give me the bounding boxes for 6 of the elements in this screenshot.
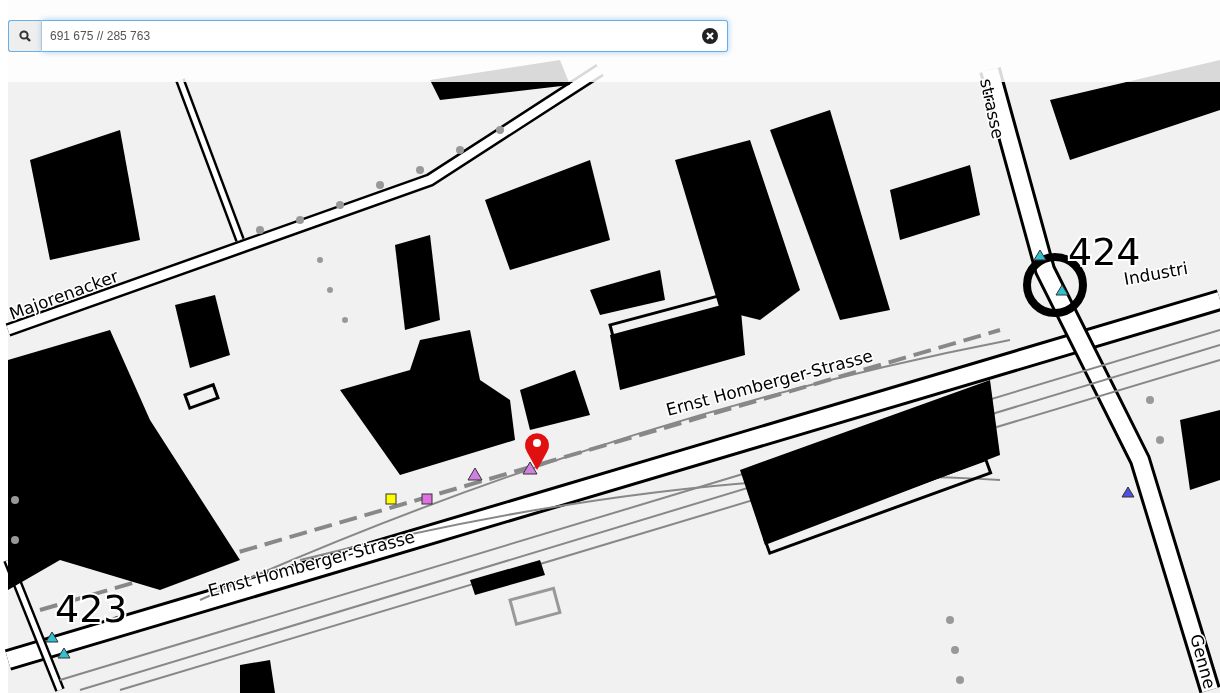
location-pin-icon [525, 433, 549, 470]
search-field[interactable]: 691 675 // 285 763 [42, 20, 728, 52]
elevation-label: 423 [55, 587, 128, 631]
clear-icon[interactable] [702, 28, 718, 44]
street-label: Genne [1186, 631, 1220, 691]
search-icon [8, 20, 42, 52]
